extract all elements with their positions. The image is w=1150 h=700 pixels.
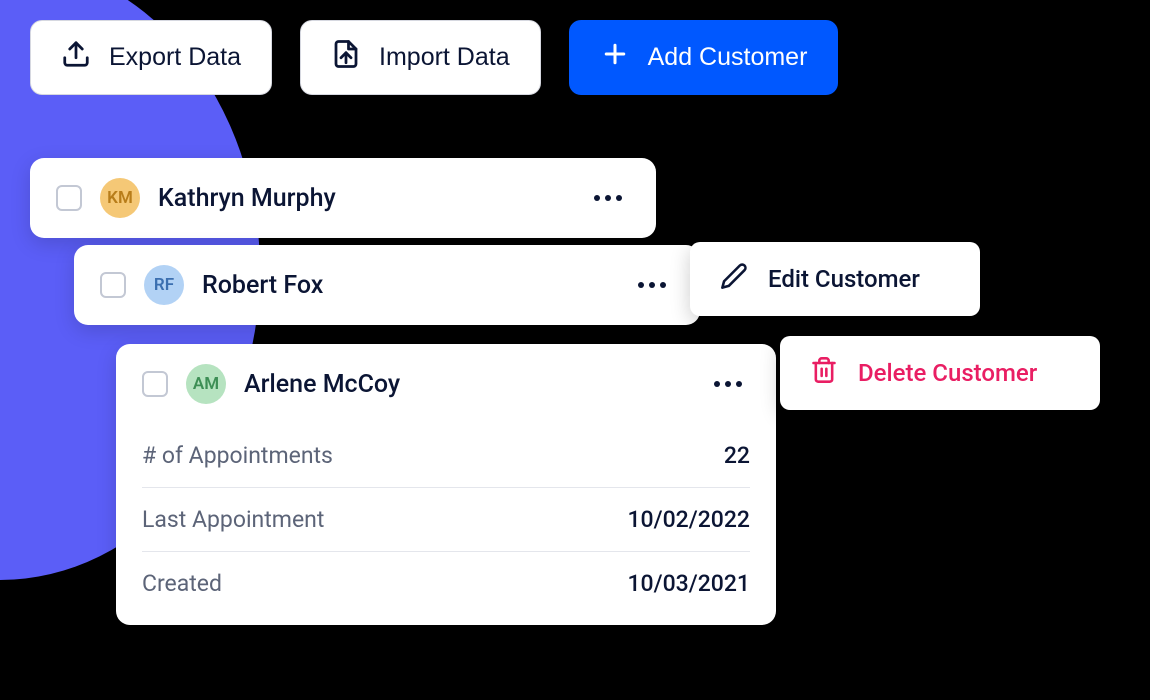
export-label: Export Data bbox=[109, 43, 241, 72]
export-button[interactable]: Export Data bbox=[30, 20, 272, 95]
customer-name: Arlene McCoy bbox=[244, 370, 688, 399]
more-icon[interactable] bbox=[706, 373, 750, 395]
import-button[interactable]: Import Data bbox=[300, 20, 541, 95]
import-label: Import Data bbox=[379, 43, 510, 72]
more-icon[interactable] bbox=[630, 274, 674, 296]
delete-customer-label: Delete Customer bbox=[858, 359, 1037, 387]
edit-customer-menu-item[interactable]: Edit Customer bbox=[690, 242, 980, 316]
customer-name: Robert Fox bbox=[202, 271, 612, 300]
detail-row: Last Appointment 10/02/2022 bbox=[142, 488, 750, 552]
customer-row-expanded: AM Arlene McCoy # of Appointments 22 Las… bbox=[116, 344, 776, 625]
appointments-label: # of Appointments bbox=[142, 442, 333, 469]
trash-icon bbox=[810, 356, 838, 390]
upload-icon bbox=[61, 39, 91, 76]
pencil-icon bbox=[720, 262, 748, 296]
created-value: 10/03/2021 bbox=[627, 570, 750, 597]
last-appointment-value: 10/02/2022 bbox=[627, 506, 750, 533]
avatar: KM bbox=[100, 178, 140, 218]
edit-customer-label: Edit Customer bbox=[768, 265, 920, 293]
checkbox[interactable] bbox=[56, 185, 82, 211]
more-icon[interactable] bbox=[586, 187, 630, 209]
created-label: Created bbox=[142, 570, 222, 597]
add-customer-button[interactable]: Add Customer bbox=[569, 20, 839, 95]
appointments-value: 22 bbox=[724, 442, 750, 469]
avatar: AM bbox=[186, 364, 226, 404]
detail-row: Created 10/03/2021 bbox=[142, 552, 750, 615]
customer-row: KM Kathryn Murphy bbox=[30, 158, 656, 238]
last-appointment-label: Last Appointment bbox=[142, 506, 324, 533]
customer-row: RF Robert Fox bbox=[74, 245, 700, 325]
detail-row: # of Appointments 22 bbox=[142, 424, 750, 488]
add-customer-label: Add Customer bbox=[648, 43, 808, 72]
plus-icon bbox=[600, 39, 630, 76]
import-file-icon bbox=[331, 39, 361, 76]
delete-customer-menu-item[interactable]: Delete Customer bbox=[780, 336, 1100, 410]
customer-details: # of Appointments 22 Last Appointment 10… bbox=[116, 424, 776, 625]
checkbox[interactable] bbox=[142, 371, 168, 397]
checkbox[interactable] bbox=[100, 272, 126, 298]
avatar: RF bbox=[144, 265, 184, 305]
toolbar: Export Data Import Data Add Customer bbox=[30, 20, 838, 95]
customer-name: Kathryn Murphy bbox=[158, 184, 568, 213]
